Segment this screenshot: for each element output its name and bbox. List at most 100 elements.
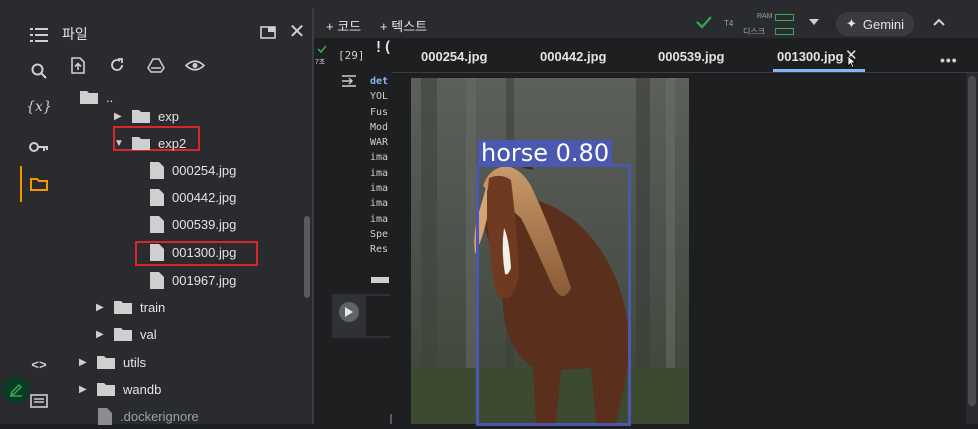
disk-label: 디스크 [743, 27, 766, 36]
folder-icon[interactable] [28, 173, 50, 195]
output-line: WAR [370, 137, 389, 149]
output-toggle-icon[interactable] [341, 73, 357, 89]
output-line: ima [370, 167, 389, 179]
cell-output: det YOL Fus Mod WAR ima ima ima ima ima … [370, 74, 388, 258]
tree-label: train [140, 299, 166, 315]
output-line: Fus [370, 106, 389, 118]
tree-label: utils [123, 354, 147, 370]
next-cell-editor[interactable] [366, 296, 390, 336]
disk-meter[interactable] [775, 28, 794, 35]
tree-label: 000442.jpg [172, 189, 237, 205]
cell-exec-time: 7초 [315, 59, 326, 66]
tree-row-wandb[interactable]: ▶ wandb [79, 376, 161, 402]
code-icon[interactable]: <> [28, 353, 50, 375]
mouse-cursor-icon [847, 55, 856, 68]
new-window-icon[interactable] [257, 21, 279, 43]
variables-icon[interactable]: {x} [26, 96, 52, 118]
search-icon[interactable] [28, 60, 50, 82]
close-icon[interactable]: ✕ [286, 20, 308, 43]
folder-icon [114, 328, 132, 341]
output-line: ima [370, 198, 389, 210]
chevron-down-icon[interactable] [809, 19, 819, 25]
output-line: Res [370, 244, 389, 256]
tree-row-file[interactable]: 000254.jpg [150, 157, 236, 183]
output-line: YOL [370, 91, 389, 103]
viewer-scroll-thumb[interactable] [968, 76, 976, 406]
chevron-right-icon[interactable]: ▶ [79, 384, 89, 395]
tree-row-train[interactable]: ▶ train [96, 294, 165, 320]
upload-icon[interactable] [67, 54, 89, 76]
folder-icon [97, 356, 115, 369]
tree-label: 001300.jpg [172, 244, 237, 260]
folder-icon [132, 137, 150, 150]
cell-exec-count: [29] [338, 49, 365, 62]
tree-label: val [140, 326, 157, 342]
tree-label: 000539.jpg [172, 216, 237, 232]
tree-row-file[interactable]: 000442.jpg [150, 184, 236, 210]
output-line: Mod [370, 121, 389, 133]
detection-label: horse 0.80 [478, 140, 613, 166]
toc-icon[interactable] [28, 24, 50, 46]
ram-meter[interactable] [775, 14, 794, 21]
gemini-label: Gemini [862, 16, 905, 32]
output-line: det [370, 76, 389, 87]
cell-success-icon [317, 45, 327, 54]
panel-title: 파일 [62, 26, 88, 42]
tree-row-parent[interactable]: .. [80, 84, 113, 110]
tree-row-dockerignore[interactable]: .dockerignore [98, 403, 199, 429]
tab-000539[interactable]: 000539.jpg [658, 40, 725, 72]
chevron-right-icon[interactable]: ▶ [79, 357, 89, 368]
runtime-type: T4 [724, 19, 734, 28]
chevron-right-icon[interactable]: ▶ [96, 329, 106, 340]
detection-box [476, 164, 631, 426]
eye-icon[interactable] [184, 54, 206, 76]
tab-001300[interactable]: 001300.jpg [777, 40, 844, 72]
add-text-button[interactable]: + 텍스트 [380, 16, 427, 35]
more-icon[interactable]: ••• [940, 52, 958, 68]
tree-label: exp [158, 108, 179, 124]
ram-label: RAM [757, 13, 773, 20]
chevron-down-icon[interactable]: ▼ [114, 138, 124, 149]
gemini-button[interactable]: ✦ Gemini [836, 12, 914, 36]
file-panel-scroll-thumb[interactable] [304, 216, 310, 298]
add-code-button[interactable]: + 코드 [326, 16, 361, 35]
menu-strip [0, 0, 978, 8]
play-icon[interactable] [339, 302, 359, 322]
output-line: Spe [370, 228, 389, 240]
tree-row-file[interactable]: 000539.jpg [150, 211, 236, 237]
refresh-icon[interactable] [106, 54, 128, 76]
tree-label: wandb [123, 381, 162, 397]
file-icon [98, 407, 112, 425]
tree-row-file[interactable]: 001300.jpg [150, 239, 236, 265]
file-icon [150, 243, 164, 261]
output-line: ima [370, 183, 389, 195]
tree-label: exp2 [158, 135, 187, 151]
output-line: ima [370, 152, 389, 164]
chevron-right-icon[interactable]: ▶ [96, 302, 106, 313]
edit-fab-icon[interactable] [2, 376, 30, 404]
tree-label: .dockerignore [120, 408, 199, 424]
tab-000254[interactable]: 000254.jpg [421, 40, 488, 72]
tab-000442[interactable]: 000442.jpg [540, 40, 607, 72]
folder-icon [132, 110, 150, 123]
tree-row-exp2[interactable]: ▼ exp2 [114, 130, 186, 156]
tree-label: .. [106, 89, 114, 105]
tree-row-val[interactable]: ▶ val [96, 321, 157, 347]
file-icon [150, 215, 164, 233]
terminal-icon[interactable] [28, 390, 50, 412]
tree-label: 000254.jpg [172, 162, 237, 178]
output-scroll-bar[interactable] [371, 277, 389, 283]
output-line: ima [370, 213, 389, 225]
tree-row-utils[interactable]: ▶ utils [79, 349, 146, 375]
activity-bar-edge [0, 8, 22, 424]
chevron-right-icon[interactable]: ▶ [114, 111, 124, 122]
tree-row-file[interactable]: 001967.jpg [150, 267, 236, 293]
drive-icon[interactable] [145, 54, 167, 76]
key-icon[interactable] [28, 136, 50, 158]
active-indicator [20, 166, 22, 202]
file-icon [150, 271, 164, 289]
file-icon [150, 188, 164, 206]
folder-up-icon [80, 91, 98, 104]
tree-label: 001967.jpg [172, 272, 237, 288]
chevron-up-icon[interactable] [933, 18, 945, 26]
